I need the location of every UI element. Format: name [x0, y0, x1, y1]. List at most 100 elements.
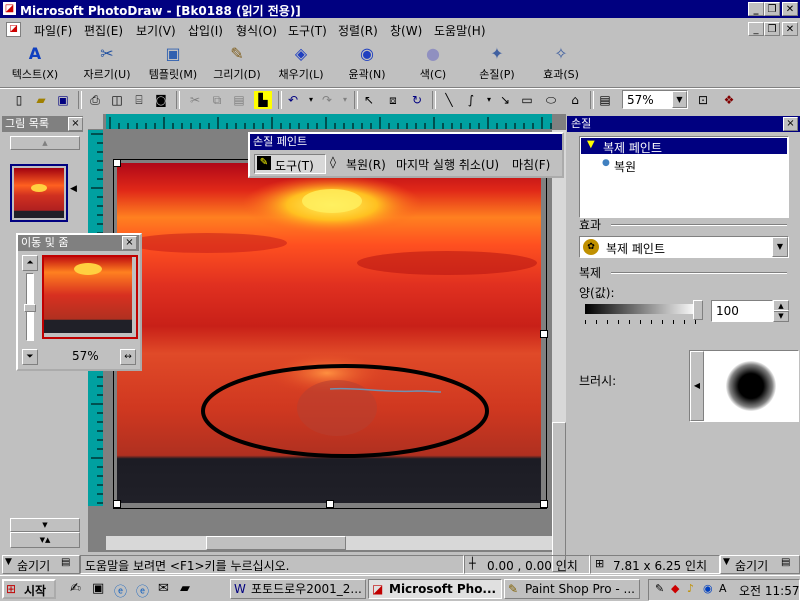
- handle-bottom-left[interactable]: [113, 500, 121, 508]
- rotate-icon[interactable]: ↻: [408, 91, 426, 109]
- undo-icon[interactable]: ↶: [284, 91, 302, 109]
- touchup-panel-close-button[interactable]: ×: [783, 117, 798, 131]
- sunset-image[interactable]: [117, 163, 541, 503]
- brush-prev-button[interactable]: ◀: [690, 351, 704, 421]
- handle-right[interactable]: [540, 330, 548, 338]
- picture-thumbnail[interactable]: [10, 164, 68, 222]
- copy-icon[interactable]: ⧉: [208, 91, 226, 109]
- quicklaunch-folder-icon[interactable]: ▰: [180, 581, 190, 596]
- handle-bottom-right[interactable]: [540, 500, 548, 508]
- scroll-end-button[interactable]: ▼▲: [10, 532, 80, 548]
- print-icon[interactable]: ⎙: [86, 91, 104, 109]
- touchup-button[interactable]: ✦ 손질(P): [466, 42, 528, 86]
- restore-tool-button[interactable]: ◊ 복원(R): [330, 154, 390, 172]
- format-painter-icon[interactable]: ▙: [254, 91, 272, 109]
- arrow-icon[interactable]: ↘: [496, 91, 514, 109]
- menu-file[interactable]: 파일(F): [34, 22, 72, 39]
- handle-bottom[interactable]: [326, 500, 334, 508]
- undo-last-button[interactable]: 마지막 실행 취소(U): [396, 156, 499, 173]
- vertical-scroll-thumb[interactable]: [552, 422, 566, 572]
- doc-close-button[interactable]: ✕: [782, 22, 798, 36]
- amount-slider-thumb[interactable]: [693, 300, 703, 320]
- pan-zoom-close-button[interactable]: ×: [122, 236, 137, 250]
- tray-network-icon[interactable]: ◉: [703, 582, 713, 595]
- paste-icon[interactable]: ▤: [230, 91, 248, 109]
- effect-dropdown[interactable]: ✿ 복제 페인트 ▼: [579, 236, 789, 258]
- autoshape-icon[interactable]: ⌂: [566, 91, 584, 109]
- menu-window[interactable]: 창(W): [390, 22, 422, 39]
- zoom-dropdown-icon[interactable]: ▼: [672, 91, 687, 108]
- tool-button[interactable]: ✎ 도구(T): [254, 154, 326, 174]
- finish-button[interactable]: 마침(F): [512, 156, 550, 173]
- menu-view[interactable]: 보기(V): [136, 22, 176, 39]
- new-icon[interactable]: ▯: [10, 91, 28, 109]
- horizontal-scroll-thumb[interactable]: [206, 536, 346, 550]
- taskbar-button-paintshop[interactable]: ✎ Paint Shop Pro - ...: [504, 579, 640, 599]
- zoom-slider[interactable]: [24, 273, 36, 341]
- tray-shield-icon[interactable]: ◆: [671, 582, 679, 595]
- doc-restore-button[interactable]: ❐: [764, 22, 780, 36]
- tree-item-clone-paint[interactable]: ▼ 복제 페인트: [581, 138, 787, 155]
- draw-button[interactable]: ✎ 그리기(D): [206, 42, 268, 86]
- effects-button[interactable]: ✧ 효과(S): [530, 42, 592, 86]
- restore-button[interactable]: ❐: [764, 2, 780, 16]
- fit-to-window-button[interactable]: ↔: [120, 349, 136, 365]
- text-button[interactable]: A 텍스트(X): [4, 42, 66, 86]
- quicklaunch-desktop-icon[interactable]: ▣: [92, 581, 104, 596]
- vertical-scrollbar[interactable]: [552, 130, 566, 572]
- redo-dropdown-icon[interactable]: ▾: [336, 91, 354, 109]
- group-icon[interactable]: ⧈: [384, 91, 402, 109]
- menu-edit[interactable]: 편집(E): [84, 22, 123, 39]
- zoom-box[interactable]: 57% ▼: [622, 90, 688, 109]
- menu-help[interactable]: 도움말(H): [434, 22, 486, 39]
- hide-right-button[interactable]: ▼ 숨기기 ▤: [720, 555, 800, 574]
- fit-window-icon[interactable]: ⊡: [694, 91, 712, 109]
- outline-button[interactable]: ◉ 윤곽(N): [336, 42, 398, 86]
- crop-button[interactable]: ✂ 자르기(U): [76, 42, 138, 86]
- help-book-icon[interactable]: ❖: [720, 91, 738, 109]
- rectangle-icon[interactable]: ▭: [518, 91, 536, 109]
- close-button[interactable]: ✕: [782, 2, 798, 16]
- scan-icon[interactable]: ⌸: [130, 91, 148, 109]
- scroll-down-button[interactable]: ▼: [10, 518, 80, 532]
- zoom-out-button[interactable]: ⏷: [22, 349, 38, 365]
- cut-icon[interactable]: ✂: [186, 91, 204, 109]
- quicklaunch-outlook-icon[interactable]: ✉: [158, 581, 169, 596]
- color-button[interactable]: ● 색(C): [402, 42, 464, 86]
- effect-dropdown-arrow-icon[interactable]: ▼: [772, 237, 788, 257]
- curve-icon[interactable]: ∫: [462, 91, 480, 109]
- tray-speaker-icon[interactable]: ♪: [687, 582, 694, 595]
- fill-button[interactable]: ◈ 채우기(L): [270, 42, 332, 86]
- quicklaunch-ie-icon[interactable]: ⓔ: [114, 581, 127, 600]
- scroll-up-button[interactable]: ▲: [10, 136, 80, 150]
- taskbar-button-photodraw[interactable]: ◪ Microsoft Pho...: [368, 579, 502, 599]
- navigator-preview[interactable]: [42, 255, 138, 339]
- menu-tools[interactable]: 도구(T): [288, 22, 327, 39]
- open-icon[interactable]: ▰: [32, 91, 50, 109]
- line-icon[interactable]: ╲: [440, 91, 458, 109]
- horizontal-scrollbar[interactable]: [106, 536, 552, 550]
- doc-minimize-button[interactable]: _: [748, 22, 764, 36]
- minimize-button[interactable]: _: [748, 2, 764, 16]
- camera-icon[interactable]: ◙: [152, 91, 170, 109]
- redo-icon[interactable]: ↷: [318, 91, 336, 109]
- picture-list-close-button[interactable]: ×: [68, 117, 83, 131]
- menu-insert[interactable]: 삽입(I): [188, 22, 223, 39]
- amount-input[interactable]: 100: [711, 300, 773, 322]
- zoom-slider-thumb[interactable]: [24, 304, 36, 312]
- ellipse-icon[interactable]: ⬭: [542, 91, 560, 109]
- handle-top-left[interactable]: [113, 159, 121, 167]
- quicklaunch-ie2-icon[interactable]: ⓔ: [136, 581, 149, 600]
- hide-left-button[interactable]: ▼ 숨기기 ▤: [2, 555, 80, 574]
- document-icon[interactable]: ◪: [6, 22, 21, 37]
- pointer-icon[interactable]: ↖: [360, 91, 378, 109]
- amount-down-button[interactable]: ▼: [773, 310, 789, 322]
- start-button[interactable]: ⊞ 시작: [2, 579, 56, 599]
- menu-format[interactable]: 형식(O): [236, 22, 277, 39]
- zoom-in-button[interactable]: ⏶: [22, 255, 38, 271]
- print-preview-icon[interactable]: ◫: [108, 91, 126, 109]
- text-box-icon[interactable]: ▤: [596, 91, 614, 109]
- brush-preview[interactable]: ◀: [689, 350, 799, 422]
- template-button[interactable]: ▣ 템플릿(M): [142, 42, 204, 86]
- app-icon[interactable]: ◪: [3, 2, 16, 15]
